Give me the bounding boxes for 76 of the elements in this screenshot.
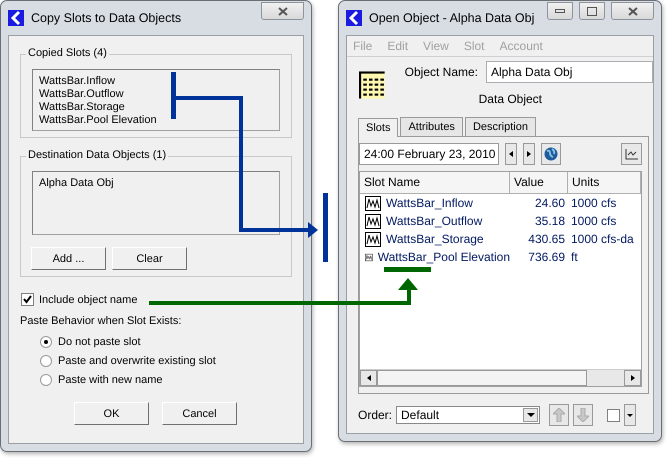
column-header[interactable]: Slot Name xyxy=(360,172,510,193)
tab[interactable]: Attributes xyxy=(400,117,463,137)
close-icon xyxy=(278,6,288,16)
dropdown-button[interactable] xyxy=(624,404,636,426)
object-type: Data Object xyxy=(478,92,544,106)
table-cell: WattsBar_Inflow xyxy=(386,196,473,210)
graph-icon xyxy=(365,196,381,210)
date-field[interactable]: 24:00 February 23, 2010 xyxy=(359,143,499,165)
table-cell-text: 430.65 xyxy=(527,232,566,246)
object-name-field[interactable]: Alpha Data Obj xyxy=(486,61,653,83)
table-cell: WattsBar_Storage xyxy=(386,232,484,246)
close-icon xyxy=(628,6,638,16)
graph-icon xyxy=(365,232,381,246)
tab[interactable]: Description xyxy=(464,117,536,137)
right-arrow-icon xyxy=(630,375,634,381)
radio-button[interactable] xyxy=(40,374,52,386)
table-cell-text: 1000 cfs xyxy=(570,214,618,228)
close-button[interactable] xyxy=(261,2,304,20)
minimize-button[interactable] xyxy=(547,2,573,20)
left-arrow-icon xyxy=(509,151,513,157)
list-item[interactable]: WattsBar.Outflow xyxy=(39,88,273,101)
table-cell-text: 736.69 xyxy=(527,250,566,264)
table-cell-text: 1000 cfs-da xyxy=(570,232,635,246)
window-title: Copy Slots to Data Objects xyxy=(31,11,182,25)
group-label: Destination Data Objects (1) xyxy=(26,149,168,161)
add-button[interactable]: Add ... xyxy=(31,247,106,270)
previous-button[interactable] xyxy=(505,143,517,165)
list-item[interactable]: WattsBar.Storage xyxy=(39,101,273,114)
cancel-button[interactable]: Cancel xyxy=(162,402,237,425)
group-label: Copied Slots (4) xyxy=(26,47,109,59)
checkbox-label: Include object name xyxy=(39,294,138,306)
table-cell: WattsBar_Outflow xyxy=(386,214,482,228)
order-label: Order: xyxy=(358,408,392,422)
ok-button[interactable]: OK xyxy=(74,402,149,425)
line-chart-icon xyxy=(625,148,638,160)
app-icon xyxy=(346,10,362,26)
radio-button[interactable] xyxy=(40,336,52,348)
column-header[interactable]: Units xyxy=(568,172,641,193)
table-cell-text: 1000 cfs xyxy=(570,196,618,210)
clear-button[interactable]: Clear xyxy=(112,247,187,270)
app-icon xyxy=(8,10,24,26)
plot-button[interactable] xyxy=(621,143,642,165)
table-cell: WattsBar_Pool Elevation xyxy=(378,250,510,264)
radio-label: Do not paste slot xyxy=(58,336,141,348)
radio-label: Paste and overwrite existing slot xyxy=(58,355,216,367)
maximize-button[interactable] xyxy=(579,2,605,20)
column-header[interactable]: Value xyxy=(510,172,568,193)
list-item[interactable]: WattsBar.Inflow xyxy=(39,75,273,88)
table-cell-text: ft xyxy=(570,250,579,264)
list-item[interactable]: WattsBar.Pool Elevation xyxy=(39,114,273,127)
paste-behavior-label: Paste Behavior when Slot Exists: xyxy=(20,315,182,327)
list-item[interactable]: Alpha Data Obj xyxy=(39,177,273,190)
caret-icon xyxy=(627,414,634,416)
window-title: Open Object - Alpha Data Obj xyxy=(369,11,536,25)
object-name-label: Object Name: xyxy=(404,65,478,79)
table-cell-text: 24.60 xyxy=(534,196,566,210)
maximize-icon xyxy=(587,6,597,16)
right-arrow-icon xyxy=(527,151,531,157)
next-button[interactable] xyxy=(523,143,535,165)
checkbox[interactable] xyxy=(607,408,620,422)
checkbox[interactable] xyxy=(21,293,34,306)
left-arrow-icon xyxy=(366,375,370,381)
annotation-marker xyxy=(384,267,431,272)
minimize-icon xyxy=(555,9,565,13)
radio-label: Paste with new name xyxy=(58,374,163,386)
order-dropdown[interactable]: Default xyxy=(396,406,540,424)
table-cell-text: 35.18 xyxy=(534,214,566,228)
globe-icon xyxy=(544,147,558,161)
tab[interactable]: Slots xyxy=(358,118,398,137)
annotation-marker xyxy=(323,193,328,262)
graph-icon xyxy=(365,214,381,228)
radio-button[interactable] xyxy=(40,355,52,367)
caret-icon xyxy=(526,413,535,417)
globe-button[interactable] xyxy=(541,143,561,165)
close-button[interactable] xyxy=(611,2,654,20)
horizontal-scrollbar[interactable] xyxy=(360,369,641,386)
